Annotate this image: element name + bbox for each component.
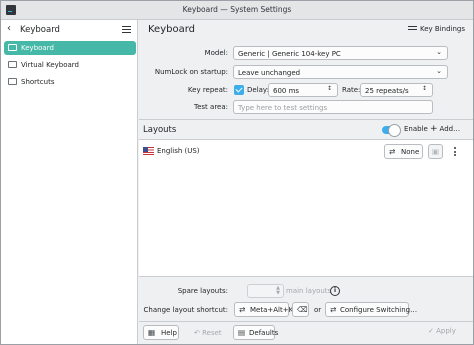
more-options-icon[interactable] xyxy=(454,147,457,157)
shortcut-value: Meta+Alt+K xyxy=(250,306,294,314)
key-bindings-label: Key Bindings xyxy=(420,25,466,33)
key-repeat-checkbox[interactable] xyxy=(234,85,244,95)
configure-switching-label: Configure Switching… xyxy=(340,306,418,314)
configure-switching-button[interactable]: ⇄ Configure Switching… xyxy=(325,302,417,317)
change-layout-shortcut-label: Change layout shortcut: xyxy=(143,306,228,314)
add-layout-button[interactable]: + Add… xyxy=(430,124,461,134)
sidebar-item-label: Shortcuts xyxy=(21,78,55,86)
undo-icon: ↶ xyxy=(194,329,200,337)
sidebar: ‹ Keyboard Keyboard Virtual Keyboard Sho… xyxy=(1,20,138,344)
layout-shortcut-key-button[interactable]: ⇄ Meta+Alt+K xyxy=(234,302,293,317)
title-bar[interactable]: Keyboard — System Settings xyxy=(1,1,473,20)
tag-icon: ▣ xyxy=(432,147,440,156)
backspace-icon: ⌫ xyxy=(297,305,308,314)
layout-row[interactable]: English (US) ⇄ None ▣ xyxy=(139,143,473,160)
info-icon[interactable]: i xyxy=(330,286,340,296)
sidebar-title: Keyboard xyxy=(20,25,60,35)
spin-arrows-icon: ▲ ▼ xyxy=(276,285,280,296)
apply-label: Apply xyxy=(436,327,456,335)
system-settings-window: Keyboard — System Settings ‹ Keyboard Ke… xyxy=(0,0,474,345)
back-arrow-icon[interactable]: ‹ xyxy=(7,24,17,35)
layout-name: English (US) xyxy=(157,147,200,155)
test-area-label: Test area: xyxy=(194,103,228,111)
help-button[interactable]: ▦ Help xyxy=(143,325,179,340)
window-title: Keyboard — System Settings xyxy=(182,5,292,14)
model-value: Generic | Generic 104-key PC xyxy=(238,49,341,58)
add-label: Add… xyxy=(439,125,461,133)
footer-bar: ▦ Help ↶ Reset ▤ Defaults ✓ Apply xyxy=(139,321,473,344)
chevron-down-icon: ⌄ xyxy=(436,67,442,75)
clear-shortcut-button[interactable]: ⌫ xyxy=(292,302,309,317)
checkmark-icon: ✓ xyxy=(428,327,434,335)
delay-spinbox[interactable]: 600 ms ↕ xyxy=(268,83,338,97)
key-repeat-label: Key repeat: xyxy=(187,86,228,94)
keyboard-icon xyxy=(8,44,17,51)
rate-value: 25 repeats/s xyxy=(365,86,409,95)
help-label: Help xyxy=(161,329,177,337)
swap-arrows-icon: ⇄ xyxy=(330,305,337,314)
model-label: Model: xyxy=(204,49,228,57)
shortcuts-icon xyxy=(8,78,17,85)
main-layouts-suffix: main layouts xyxy=(286,287,332,295)
delay-value: 600 ms xyxy=(273,86,300,95)
layout-shortcut-button[interactable]: ⇄ None xyxy=(384,144,423,159)
sidebar-item-label: Keyboard xyxy=(21,44,54,52)
page-title: Keyboard xyxy=(148,24,196,35)
document-icon: ▤ xyxy=(238,328,246,337)
spare-layouts-label: Spare layouts: xyxy=(177,287,228,295)
us-flag-icon xyxy=(143,147,154,155)
delay-label: Delay: xyxy=(247,86,269,94)
sidebar-item-virtual-keyboard[interactable]: Virtual Keyboard xyxy=(4,58,136,72)
numlock-value: Leave unchanged xyxy=(238,68,301,77)
plus-icon: + xyxy=(430,124,438,134)
layouts-panel: Layouts Enable + Add… English (US) ⇄ None… xyxy=(139,119,473,277)
defaults-label: Defaults xyxy=(249,329,279,337)
rate-label: Rate: xyxy=(342,86,361,94)
reset-label: Reset xyxy=(202,329,222,337)
enable-label: Enable xyxy=(404,125,428,133)
enable-layouts-toggle[interactable] xyxy=(382,124,401,137)
sidebar-item-label: Virtual Keyboard xyxy=(21,61,80,69)
chevron-down-icon: ⌄ xyxy=(436,48,442,56)
test-area-placeholder: Type here to test settings xyxy=(238,103,328,112)
layouts-header: Layouts Enable + Add… xyxy=(139,120,473,140)
sidebar-header: ‹ Keyboard xyxy=(1,20,137,39)
model-combobox[interactable]: Generic | Generic 104-key PC ⌄ xyxy=(233,46,448,60)
virtual-keyboard-icon xyxy=(8,61,17,68)
test-area-input[interactable]: Type here to test settings xyxy=(233,100,433,114)
rate-spinbox[interactable]: 25 repeats/s ↕ xyxy=(360,83,433,97)
numlock-combobox[interactable]: Leave unchanged ⌄ xyxy=(233,65,448,79)
page-header: Keyboard Key Bindings xyxy=(139,20,473,41)
swap-arrows-icon: ⇄ xyxy=(239,305,246,314)
sidebar-item-keyboard[interactable]: Keyboard xyxy=(4,41,136,55)
hamburger-menu-icon[interactable] xyxy=(122,26,131,34)
help-icon: ▦ xyxy=(148,328,156,337)
layout-label-button[interactable]: ▣ xyxy=(428,144,443,159)
swap-arrows-icon: ⇄ xyxy=(389,147,396,156)
chevron-up-down-icon: ↕ xyxy=(326,85,332,92)
or-label: or xyxy=(314,306,322,314)
layouts-title: Layouts xyxy=(143,125,177,135)
layout-shortcut-label: None xyxy=(401,148,420,156)
defaults-button[interactable]: ▤ Defaults xyxy=(233,325,279,340)
sidebar-item-shortcuts[interactable]: Shortcuts xyxy=(4,75,136,89)
sliders-icon xyxy=(408,26,417,33)
chevron-up-down-icon: ↕ xyxy=(421,85,427,92)
apply-button[interactable]: ✓ Apply xyxy=(428,327,456,335)
numlock-label: NumLock on startup: xyxy=(154,68,228,76)
reset-button[interactable]: ↶ Reset xyxy=(194,329,222,337)
spare-layouts-spinbox[interactable]: ▲ ▼ xyxy=(247,284,284,298)
